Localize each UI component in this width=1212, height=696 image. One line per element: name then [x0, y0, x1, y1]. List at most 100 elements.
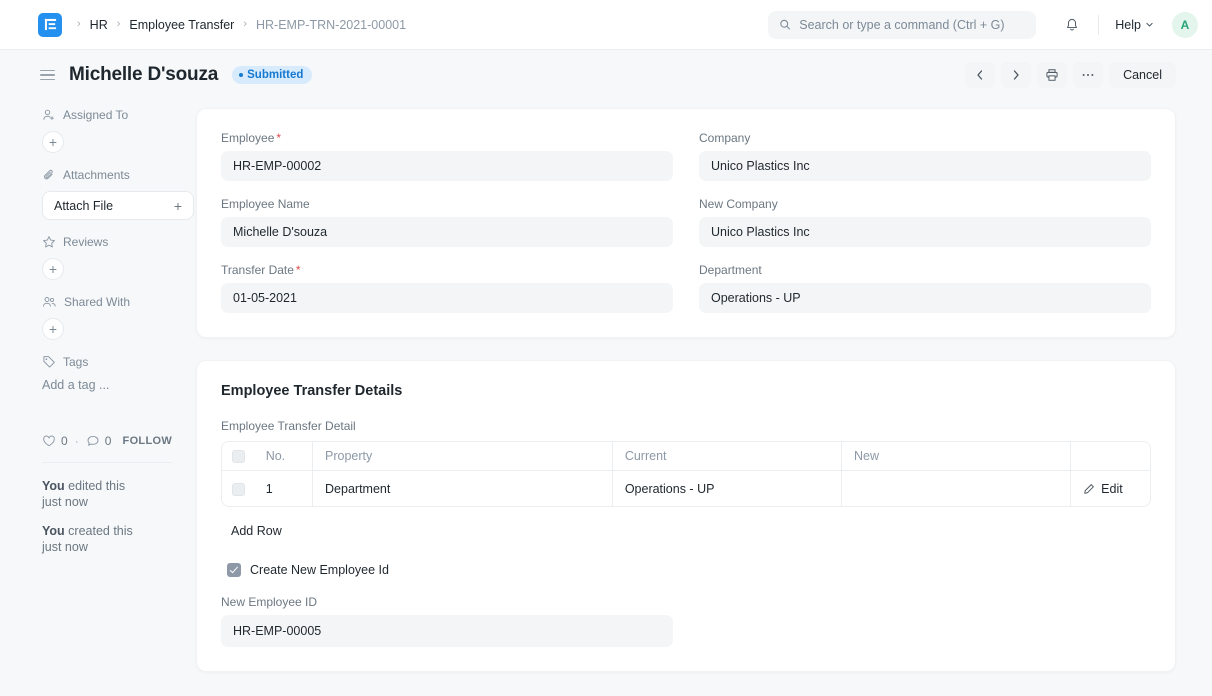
more-actions-button[interactable]	[1073, 62, 1103, 88]
tags-label: Tags	[63, 355, 88, 369]
attach-file-button[interactable]: Attach File +	[42, 191, 194, 220]
sidebar-section-reviews: Reviews +	[42, 235, 196, 280]
field-employee-name: Employee Name Michelle D'souza	[221, 197, 673, 247]
field-label: Department	[699, 263, 1151, 277]
add-review-button[interactable]: +	[42, 258, 64, 280]
add-share-button[interactable]: +	[42, 318, 64, 340]
like-button[interactable]: 0	[42, 434, 68, 448]
user-plus-icon	[42, 108, 56, 122]
activity-text: You edited this	[42, 478, 196, 494]
shared-with-header: Shared With	[42, 295, 196, 309]
chevron-left-icon	[974, 69, 986, 81]
help-menu-button[interactable]: Help	[1109, 14, 1160, 36]
chevron-down-icon	[1145, 20, 1154, 29]
field-label-text: Transfer Date	[221, 263, 294, 277]
employee-name-input[interactable]: Michelle D'souza	[221, 217, 673, 247]
hamburger-icon[interactable]	[40, 70, 55, 81]
prev-document-button[interactable]	[965, 62, 995, 88]
social-row: 0 · 0 FOLLOW	[42, 434, 196, 448]
comment-button[interactable]: 0	[86, 434, 112, 448]
search-box[interactable]	[768, 11, 1036, 39]
table-body: 1 Department Operations - UP Edit	[222, 471, 1150, 506]
print-button[interactable]	[1037, 62, 1067, 88]
activity-item: You created this just now	[42, 523, 196, 555]
activity-action: created this	[65, 524, 133, 538]
company-input[interactable]: Unico Plastics Inc	[699, 151, 1151, 181]
sidebar-section-attachments: Attachments Attach File +	[42, 168, 196, 220]
column-header-current: Current	[613, 442, 842, 471]
cancel-button[interactable]: Cancel	[1109, 62, 1176, 88]
comment-icon	[86, 434, 100, 448]
row-checkbox[interactable]	[232, 483, 245, 496]
grid-label: Employee Transfer Detail	[221, 419, 1151, 433]
table-head: No. Property Current New	[222, 442, 1150, 471]
assigned-to-label: Assigned To	[63, 108, 128, 122]
row-current[interactable]: Operations - UP	[613, 471, 842, 506]
row-new[interactable]	[842, 471, 1071, 506]
add-row-button[interactable]: Add Row	[221, 519, 292, 543]
select-all-checkbox[interactable]	[232, 450, 245, 463]
attachments-label: Attachments	[63, 168, 130, 182]
sidebar-section-tags: Tags Add a tag ...	[42, 355, 196, 392]
activity-log: You edited this just now You created thi…	[42, 478, 196, 555]
breadcrumb-separator-0: ›	[77, 19, 81, 30]
field-new-company: New Company Unico Plastics Inc	[699, 197, 1151, 247]
breadcrumb-separator-1: ›	[117, 19, 121, 30]
breadcrumb-item-hr[interactable]: HR	[86, 16, 112, 34]
sidebar-section-assigned-to: Assigned To +	[42, 108, 196, 153]
follow-button[interactable]: FOLLOW	[123, 435, 172, 447]
employee-input[interactable]: HR-EMP-00002	[221, 151, 673, 181]
table-row[interactable]: 1 Department Operations - UP Edit	[222, 471, 1150, 506]
field-company: Company Unico Plastics Inc	[699, 131, 1151, 181]
breadcrumb: › HR › Employee Transfer › HR-EMP-TRN-20…	[72, 16, 410, 34]
transfer-details-card: Employee Transfer Details Employee Trans…	[196, 360, 1176, 672]
sidebar-section-shared-with: Shared With +	[42, 295, 196, 340]
star-icon	[42, 235, 56, 249]
select-all-header	[222, 442, 254, 471]
navbar-right-group: Help A	[768, 9, 1198, 41]
field-label: Company	[699, 131, 1151, 145]
transfer-date-input[interactable]: 01-05-2021	[221, 283, 673, 313]
create-new-employee-id-checkbox[interactable]	[227, 563, 241, 577]
add-tag-input[interactable]: Add a tag ...	[42, 378, 196, 392]
page-header: Michelle D'souza Submitted	[0, 50, 1212, 100]
next-document-button[interactable]	[1001, 62, 1031, 88]
sidebar-divider	[42, 462, 172, 463]
field-new-employee-id: New Employee ID HR-EMP-00005	[221, 595, 673, 647]
breadcrumb-item-employee-transfer[interactable]: Employee Transfer	[125, 16, 238, 34]
section-title: Employee Transfer Details	[221, 383, 1151, 399]
edit-row-button[interactable]: Edit	[1083, 482, 1138, 496]
column-header-no: No.	[254, 442, 313, 471]
top-navbar: › HR › Employee Transfer › HR-EMP-TRN-20…	[0, 0, 1212, 50]
create-new-employee-id-label[interactable]: Create New Employee Id	[250, 563, 389, 577]
ellipsis-icon	[1081, 72, 1095, 78]
main-details-card: Employee* HR-EMP-00002 Company Unico Pla…	[196, 108, 1176, 338]
activity-time: just now	[42, 494, 196, 510]
bell-icon	[1064, 17, 1080, 33]
fields-grid: Employee* HR-EMP-00002 Company Unico Pla…	[221, 131, 1151, 313]
field-create-new-employee-id: Create New Employee Id	[227, 563, 1151, 577]
frappe-logo-icon[interactable]	[38, 13, 62, 37]
add-assignment-button[interactable]: +	[42, 131, 64, 153]
assigned-to-header: Assigned To	[42, 108, 196, 122]
new-company-input[interactable]: Unico Plastics Inc	[699, 217, 1151, 247]
edit-row-label: Edit	[1101, 482, 1123, 496]
search-input[interactable]	[799, 18, 1025, 32]
page-body: Assigned To + Attachments Attach File +	[0, 100, 1212, 694]
department-input[interactable]: Operations - UP	[699, 283, 1151, 313]
attachments-header: Attachments	[42, 168, 196, 182]
column-header-actions	[1071, 442, 1150, 471]
breadcrumb-item-document-id[interactable]: HR-EMP-TRN-2021-00001	[252, 16, 410, 34]
column-header-new: New	[842, 442, 1071, 471]
field-label-text: Employee	[221, 131, 274, 145]
comment-count: 0	[105, 434, 112, 448]
row-select-cell	[222, 471, 254, 506]
field-label: Employee*	[221, 131, 673, 145]
table-header-row: No. Property Current New	[222, 442, 1150, 471]
new-employee-id-input[interactable]: HR-EMP-00005	[221, 615, 673, 647]
avatar[interactable]: A	[1172, 12, 1198, 38]
activity-text: You created this	[42, 523, 196, 539]
notifications-button[interactable]	[1056, 9, 1088, 41]
status-badge: Submitted	[232, 66, 312, 84]
row-property[interactable]: Department	[313, 471, 613, 506]
